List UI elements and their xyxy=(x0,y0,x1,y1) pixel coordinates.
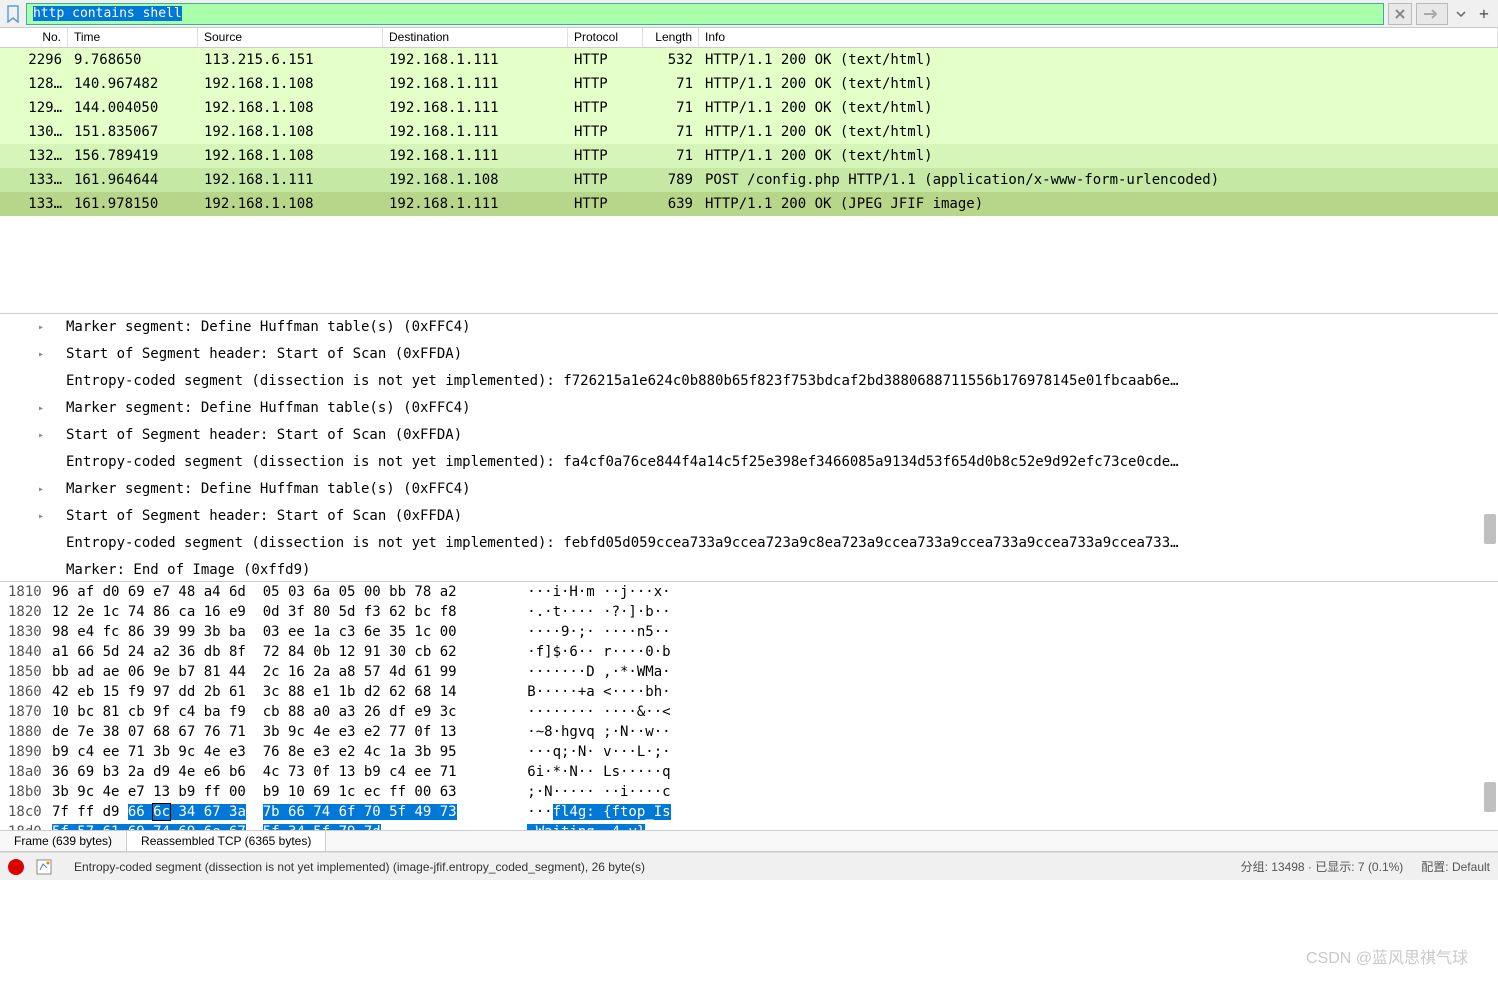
tab-reassembled[interactable]: Reassembled TCP (6365 bytes) xyxy=(127,831,326,851)
tree-item[interactable]: ▸Marker segment: Define Huffman table(s)… xyxy=(0,314,1498,341)
expert-info-icon[interactable] xyxy=(8,859,24,875)
hex-line[interactable]: 1890b9 c4 ee 71 3b 9c 4e e3 76 8e e3 e2 … xyxy=(0,742,1498,762)
tree-item[interactable]: ▸Marker segment: Define Huffman table(s)… xyxy=(0,395,1498,422)
scrollbar-thumb[interactable] xyxy=(1484,514,1496,544)
packet-details-pane[interactable]: ▸Marker segment: Define Huffman table(s)… xyxy=(0,314,1498,582)
hex-line[interactable]: 18d05f 57 61 69 74 69 6e 67 5f 34 5f 79 … xyxy=(0,822,1498,830)
tree-item[interactable]: Entropy-coded segment (dissection is not… xyxy=(0,530,1498,557)
hex-line[interactable]: 181096 af d0 69 e7 48 a4 6d 05 03 6a 05 … xyxy=(0,582,1498,602)
tab-frame[interactable]: Frame (639 bytes) xyxy=(0,831,127,851)
chevron-right-icon[interactable]: ▸ xyxy=(38,343,44,366)
tree-item[interactable]: Marker: End of Image (0xffd9) xyxy=(0,557,1498,582)
chevron-right-icon[interactable]: ▸ xyxy=(38,397,44,420)
tree-item[interactable]: Entropy-coded segment (dissection is not… xyxy=(0,368,1498,395)
hex-line[interactable]: 187010 bc 81 cb 9f c4 ba f9 cb 88 a0 a3 … xyxy=(0,702,1498,722)
col-destination[interactable]: Destination xyxy=(383,28,568,47)
status-field-text: Entropy-coded segment (dissection is not… xyxy=(64,860,1231,874)
tree-item[interactable]: ▸Start of Segment header: Start of Scan … xyxy=(0,341,1498,368)
clear-filter-button[interactable] xyxy=(1388,3,1412,25)
col-length[interactable]: Length xyxy=(643,28,699,47)
hex-line[interactable]: 183098 e4 fc 86 39 99 3b ba 03 ee 1a c3 … xyxy=(0,622,1498,642)
packet-bytes-pane[interactable]: 181096 af d0 69 e7 48 a4 6d 05 03 6a 05 … xyxy=(0,582,1498,830)
add-filter-button[interactable]: + xyxy=(1474,3,1494,25)
packet-row[interactable]: 128…140.967482192.168.1.108192.168.1.111… xyxy=(0,72,1498,96)
hex-line[interactable]: 182012 2e 1c 74 86 ca 16 e9 0d 3f 80 5d … xyxy=(0,602,1498,622)
hex-line[interactable]: 186042 eb 15 f9 97 dd 2b 61 3c 88 e1 1b … xyxy=(0,682,1498,702)
chevron-right-icon[interactable]: ▸ xyxy=(38,505,44,528)
hex-line[interactable]: 1840a1 66 5d 24 a2 36 db 8f 72 84 0b 12 … xyxy=(0,642,1498,662)
apply-filter-button[interactable] xyxy=(1416,3,1448,25)
packet-list-header: No. Time Source Destination Protocol Len… xyxy=(0,28,1498,48)
col-source[interactable]: Source xyxy=(198,28,383,47)
status-profile[interactable]: 配置: Default xyxy=(1421,858,1490,875)
packet-row[interactable]: 130…151.835067192.168.1.108192.168.1.111… xyxy=(0,120,1498,144)
status-packets: 分组: 13498 · 已显示: 7 (0.1%) xyxy=(1241,858,1404,875)
tree-item[interactable]: ▸Start of Segment header: Start of Scan … xyxy=(0,503,1498,530)
filter-history-dropdown[interactable] xyxy=(1452,3,1470,25)
packet-row[interactable]: 133…161.978150192.168.1.108192.168.1.111… xyxy=(0,192,1498,216)
packet-row[interactable]: 133…161.964644192.168.1.111192.168.1.108… xyxy=(0,168,1498,192)
scrollbar-thumb[interactable] xyxy=(1484,782,1496,812)
tree-item[interactable]: Entropy-coded segment (dissection is not… xyxy=(0,449,1498,476)
packet-row[interactable]: 132…156.789419192.168.1.108192.168.1.111… xyxy=(0,144,1498,168)
display-filter-input[interactable]: http contains shell xyxy=(26,3,1384,25)
packet-list-pane[interactable]: No. Time Source Destination Protocol Len… xyxy=(0,28,1498,314)
col-info[interactable]: Info xyxy=(699,28,1498,47)
edit-icon[interactable] xyxy=(34,857,54,877)
col-protocol[interactable]: Protocol xyxy=(568,28,643,47)
tree-item[interactable]: ▸Marker segment: Define Huffman table(s)… xyxy=(0,476,1498,503)
filter-toolbar: http contains shell + xyxy=(0,0,1498,28)
packet-row[interactable]: 129…144.004050192.168.1.108192.168.1.111… xyxy=(0,96,1498,120)
bookmark-icon[interactable] xyxy=(4,4,22,24)
packet-row[interactable]: 22969.768650113.215.6.151192.168.1.111HT… xyxy=(0,48,1498,72)
tree-item[interactable]: ▸Start of Segment header: Start of Scan … xyxy=(0,422,1498,449)
hex-line[interactable]: 1850bb ad ae 06 9e b7 81 44 2c 16 2a a8 … xyxy=(0,662,1498,682)
col-no[interactable]: No. xyxy=(0,28,68,47)
bytes-tabs: Frame (639 bytes) Reassembled TCP (6365 … xyxy=(0,830,1498,852)
hex-line[interactable]: 18c07f ff d9 66 6c 34 67 3a 7b 66 74 6f … xyxy=(0,802,1498,822)
col-time[interactable]: Time xyxy=(68,28,198,47)
chevron-right-icon[interactable]: ▸ xyxy=(38,316,44,339)
status-bar: Entropy-coded segment (dissection is not… xyxy=(0,852,1498,880)
hex-line[interactable]: 18b03b 9c 4e e7 13 b9 ff 00 b9 10 69 1c … xyxy=(0,782,1498,802)
chevron-right-icon[interactable]: ▸ xyxy=(38,424,44,447)
hex-line[interactable]: 18a036 69 b3 2a d9 4e e6 b6 4c 73 0f 13 … xyxy=(0,762,1498,782)
chevron-right-icon[interactable]: ▸ xyxy=(38,478,44,501)
hex-line[interactable]: 1880de 7e 38 07 68 67 76 71 3b 9c 4e e3 … xyxy=(0,722,1498,742)
